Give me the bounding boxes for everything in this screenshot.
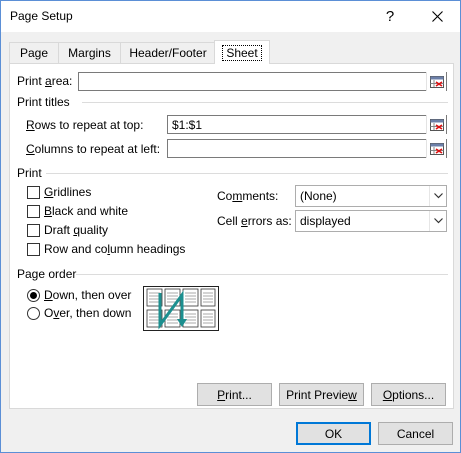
- tab-page[interactable]: Page: [9, 42, 59, 63]
- chevron-down-icon: [429, 186, 446, 206]
- draft-quality-checkbox[interactable]: [27, 224, 40, 237]
- columns-collapse-button[interactable]: [426, 139, 446, 158]
- comments-label: Comments:: [217, 189, 279, 203]
- print-preview-button[interactable]: Print Preview: [279, 383, 364, 406]
- tab-label: Header/Footer: [129, 46, 207, 60]
- tab-label: Sheet: [222, 44, 262, 61]
- chevron-down-icon: [429, 211, 446, 231]
- print-titles-divider: [82, 102, 448, 103]
- print-area-input[interactable]: [78, 72, 447, 91]
- tab-header-footer[interactable]: Header/Footer: [120, 42, 216, 63]
- gridlines-label[interactable]: Gridlines: [44, 185, 91, 199]
- row-column-headings-label[interactable]: Row and column headings: [44, 242, 185, 256]
- black-and-white-checkbox[interactable]: [27, 205, 40, 218]
- print-preview-button-label: Print Preview: [286, 387, 357, 402]
- comments-value: (None): [300, 189, 337, 203]
- down-then-over-radio[interactable]: [27, 289, 40, 302]
- sheet-tab-panel: Print area: Print titles Rows to repeat …: [9, 63, 454, 409]
- range-select-icon: [429, 118, 444, 131]
- tab-sheet[interactable]: Sheet: [214, 40, 270, 64]
- page-setup-dialog: Page Setup ? Page Margins Header/Footer …: [0, 0, 461, 453]
- print-area-label: Print area:: [17, 74, 73, 88]
- cell-errors-value: displayed: [300, 214, 351, 228]
- window-title: Page Setup: [10, 9, 73, 23]
- cell-errors-select[interactable]: displayed: [295, 210, 447, 232]
- page-order-diagram-icon: [146, 288, 216, 330]
- print-button-label: Print...: [217, 387, 252, 402]
- tab-margins[interactable]: Margins: [58, 42, 121, 63]
- rows-to-repeat-label: Rows to repeat at top:: [26, 118, 144, 132]
- ok-button[interactable]: OK: [296, 422, 371, 445]
- title-bar: Page Setup ?: [1, 1, 460, 32]
- close-icon: [431, 11, 443, 22]
- options-button-label: Options...: [382, 387, 435, 402]
- tab-strip: Page Margins Header/Footer Sheet: [9, 40, 454, 64]
- print-button[interactable]: Print...: [197, 383, 272, 406]
- page-order-divider: [76, 274, 448, 275]
- rows-to-repeat-input[interactable]: $1:$1: [167, 115, 447, 134]
- rows-collapse-button[interactable]: [426, 115, 446, 134]
- black-and-white-label[interactable]: Black and white: [44, 204, 128, 218]
- draft-quality-label[interactable]: Draft quality: [44, 223, 108, 237]
- help-button[interactable]: ?: [367, 1, 413, 32]
- row-column-headings-checkbox[interactable]: [27, 243, 40, 256]
- gridlines-checkbox[interactable]: [27, 186, 40, 199]
- tab-label: Page: [19, 46, 49, 60]
- over-then-down-label[interactable]: Over, then down: [44, 306, 131, 320]
- page-order-heading: Page order: [17, 267, 77, 281]
- columns-to-repeat-label: Columns to repeat at left:: [26, 142, 161, 156]
- over-then-down-radio[interactable]: [27, 307, 40, 320]
- page-order-preview-image: [143, 286, 219, 331]
- options-button[interactable]: Options...: [371, 383, 446, 406]
- print-titles-heading: Print titles: [17, 95, 70, 109]
- comments-select[interactable]: (None): [295, 185, 447, 207]
- print-divider: [46, 173, 448, 174]
- print-area-collapse-button[interactable]: [426, 72, 446, 91]
- close-button[interactable]: [414, 1, 460, 32]
- down-then-over-label[interactable]: Down, then over: [44, 288, 131, 302]
- cancel-button[interactable]: Cancel: [378, 422, 453, 445]
- range-select-icon: [429, 75, 444, 88]
- tab-label: Margins: [68, 46, 111, 60]
- columns-to-repeat-input[interactable]: [167, 139, 447, 158]
- print-heading: Print: [17, 166, 42, 180]
- cell-errors-label: Cell errors as:: [217, 214, 292, 228]
- range-select-icon: [429, 142, 444, 155]
